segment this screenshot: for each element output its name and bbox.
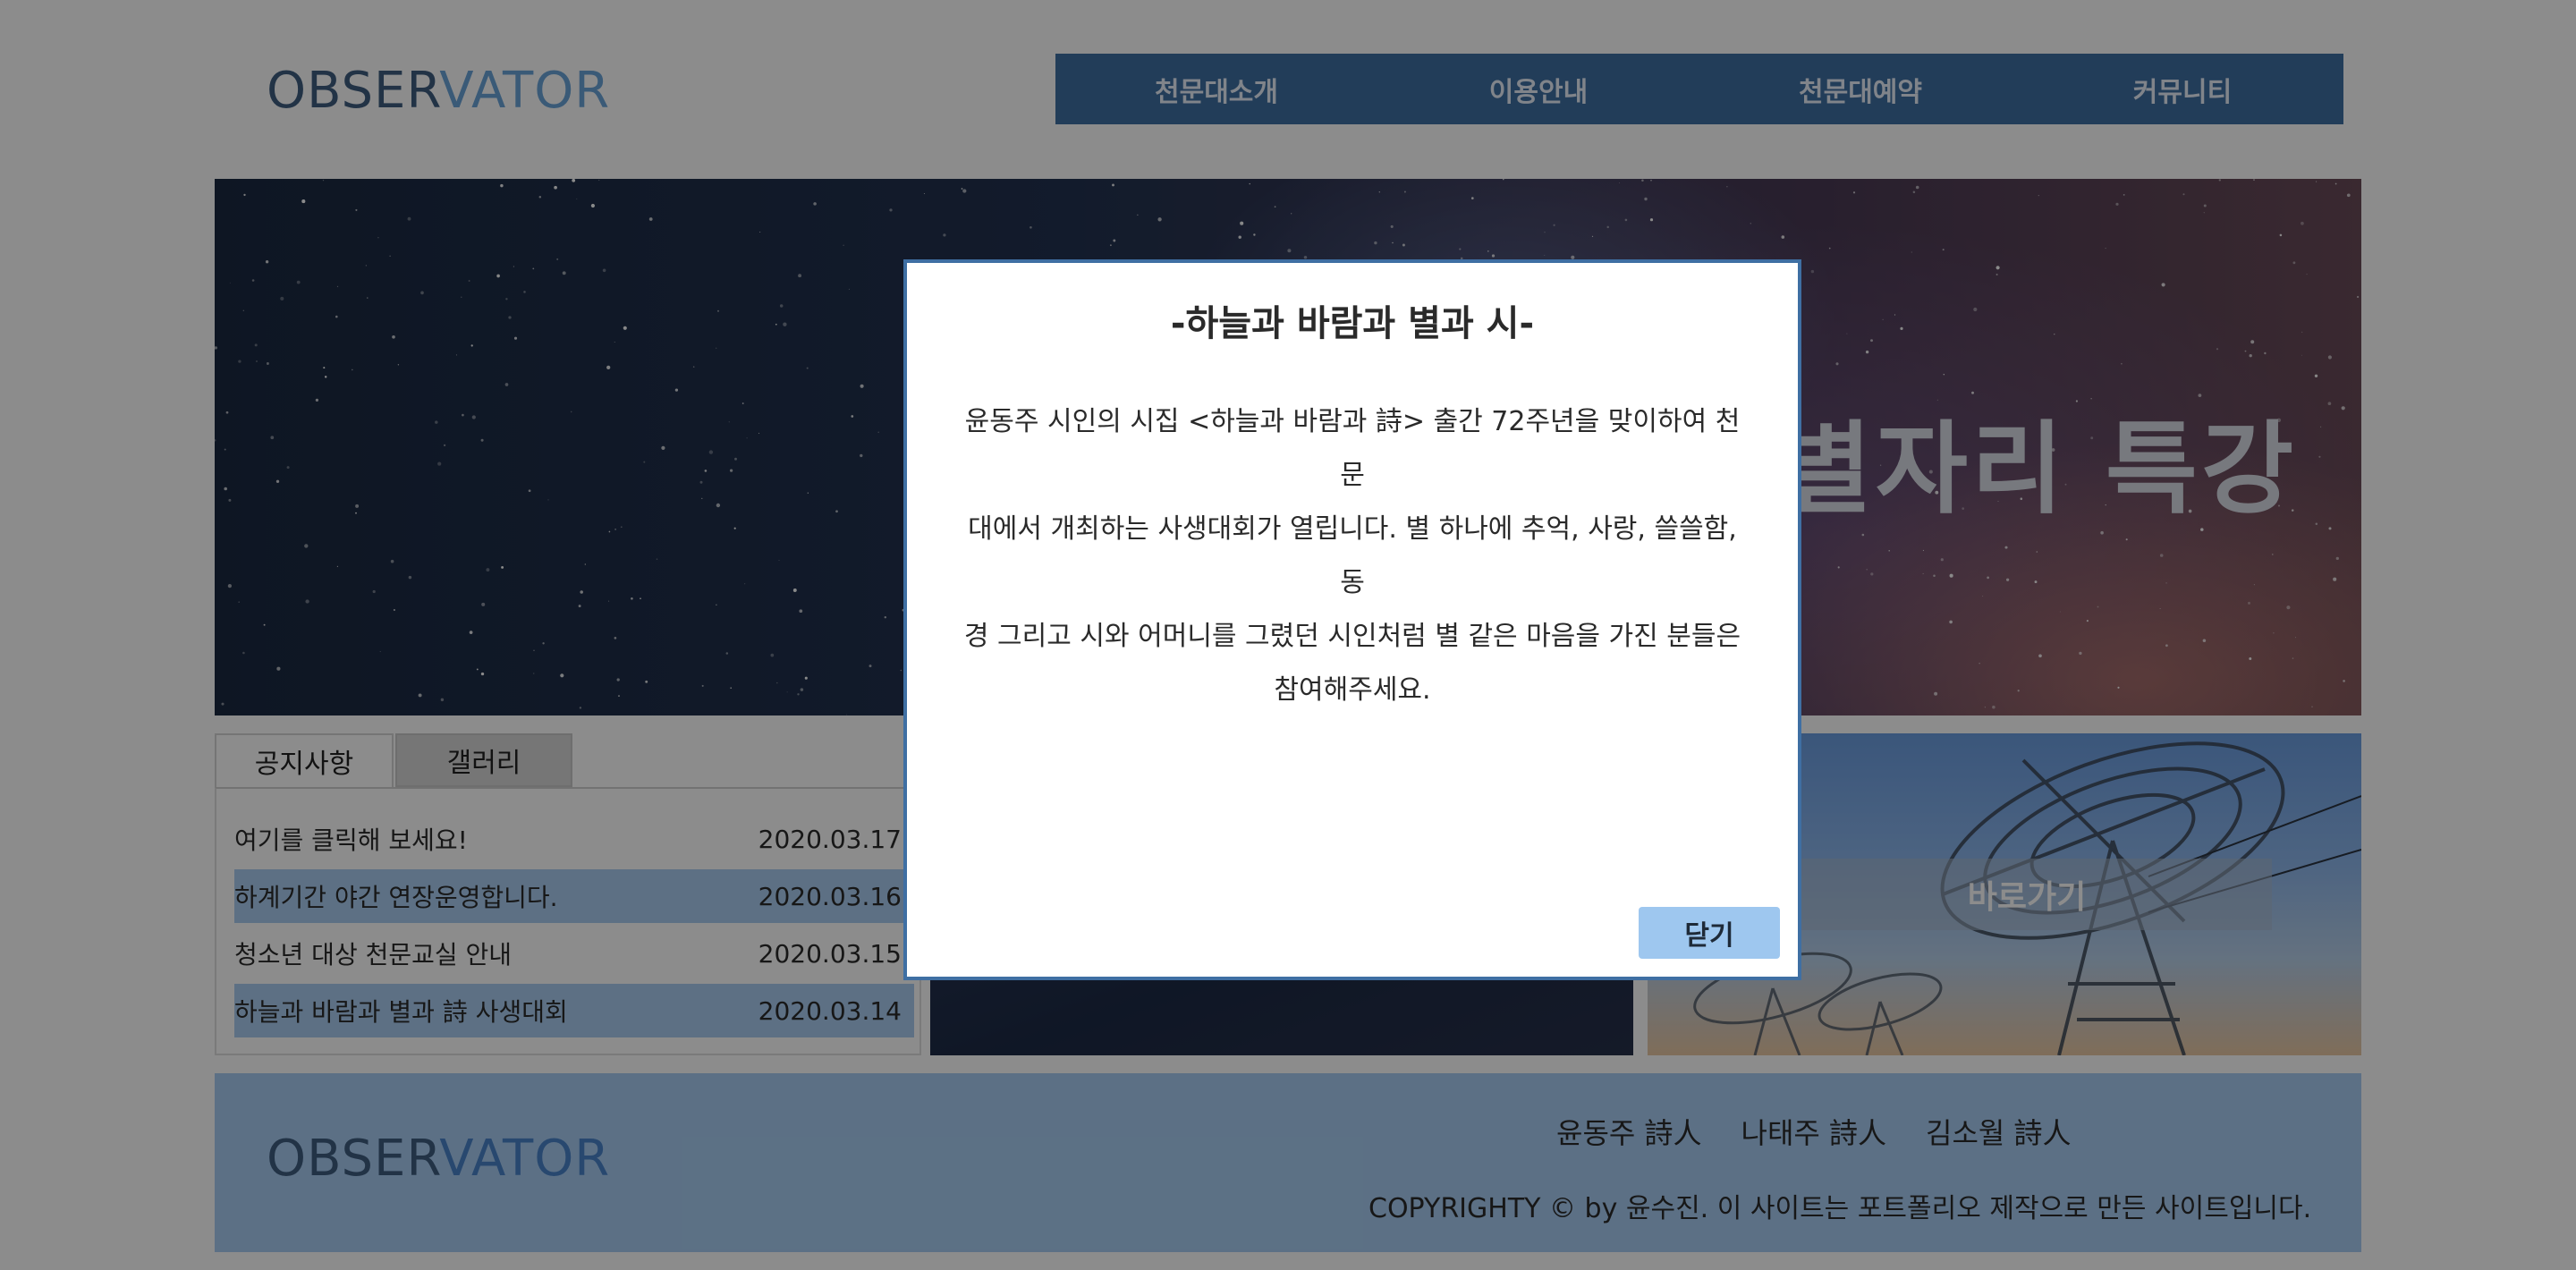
modal-close-button[interactable]: 닫기 xyxy=(1639,907,1780,959)
modal-body: 윤동주 시인의 시집 <하늘과 바람과 詩> 출간 72주년을 맞이하여 천문 … xyxy=(957,395,1748,717)
modal-body-line: 참여해주세요. xyxy=(1274,674,1431,706)
modal-title: -하늘과 바람과 별과 시- xyxy=(1170,303,1535,344)
modal-body-line: 대에서 개최하는 사생대회가 열립니다. 별 하나에 추억, 사랑, 쓸쓸함, … xyxy=(968,513,1737,598)
modal-body-line: 윤동주 시인의 시집 <하늘과 바람과 詩> 출간 72주년을 맞이하여 천문 xyxy=(964,406,1741,491)
modal-body-line: 경 그리고 시와 어머니를 그렸던 시인처럼 별 같은 마음을 가진 분들은 xyxy=(963,621,1741,652)
